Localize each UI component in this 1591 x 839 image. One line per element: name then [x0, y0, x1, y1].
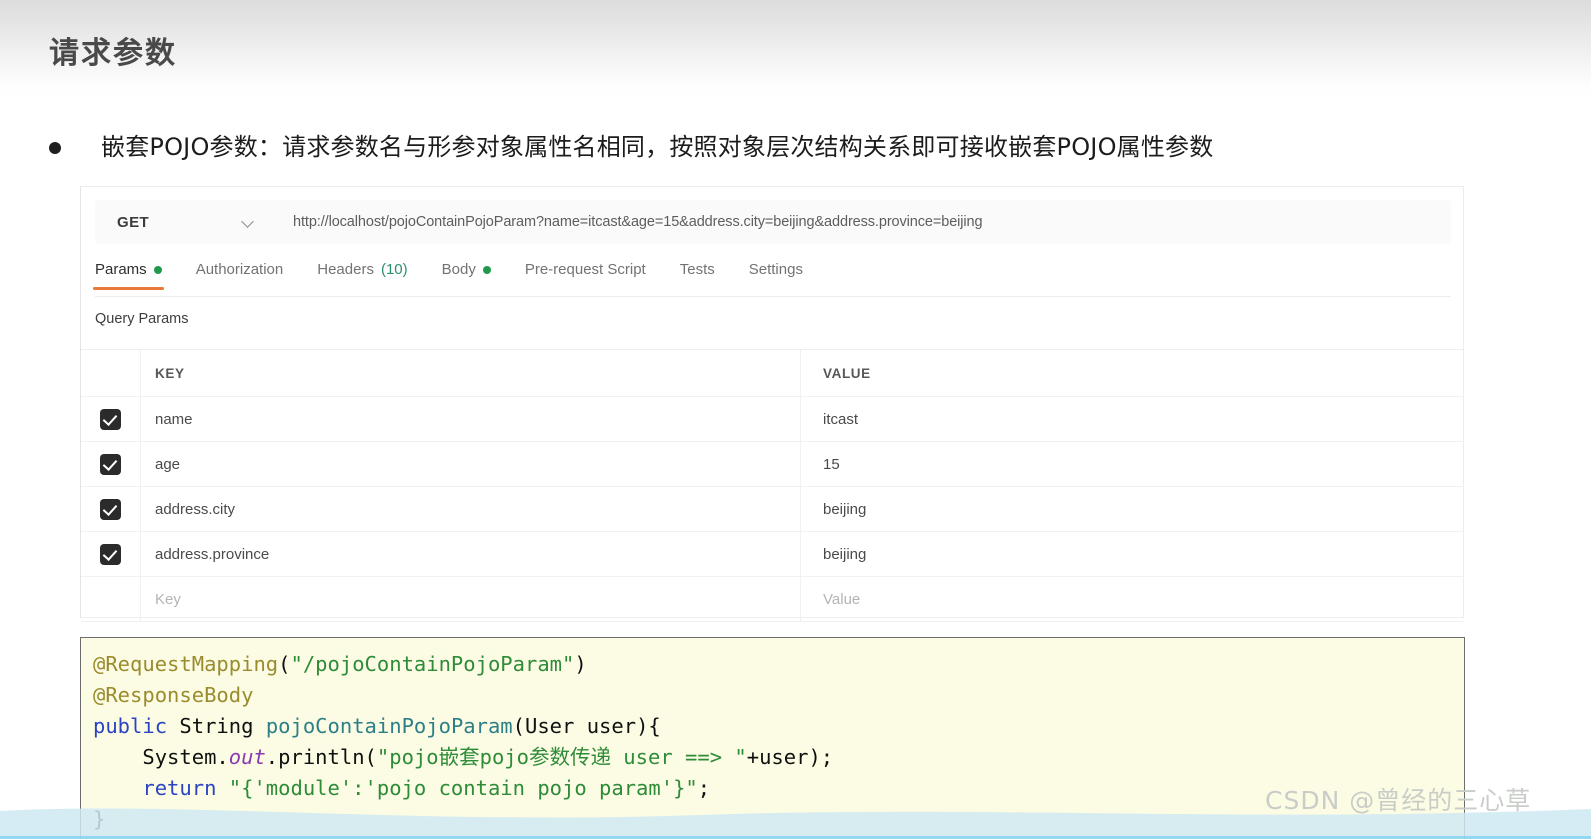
tab-pre-request-script[interactable]: Pre-request Script — [525, 261, 646, 289]
tab-body[interactable]: Body — [442, 261, 491, 289]
tab-headers-label: Headers — [317, 261, 374, 278]
row-checkbox-cell[interactable] — [81, 532, 141, 576]
code-method-args: (User user){ — [512, 714, 661, 738]
body-modified-dot-icon — [482, 265, 491, 274]
row-key[interactable]: name — [141, 397, 801, 441]
code-field-out: out — [228, 745, 266, 769]
page-title: 请求参数 — [49, 36, 177, 71]
new-row-value-input[interactable]: Value — [801, 577, 1464, 621]
row-key[interactable]: address.province — [141, 532, 801, 576]
code-return-string: "{'module':'pojo contain pojo param'}" — [228, 776, 698, 800]
tab-body-label: Body — [441, 261, 476, 278]
table-row[interactable]: address.province beijing — [81, 532, 1464, 577]
code-paren-open: ( — [278, 652, 291, 676]
row-value[interactable]: 15 — [801, 442, 1464, 486]
tab-headers[interactable]: Headers (10) — [317, 261, 407, 289]
code-annotation-requestmapping: @RequestMapping — [93, 652, 279, 676]
header-checkbox-cell — [81, 350, 141, 396]
row-value[interactable]: itcast — [801, 397, 1464, 441]
row-key[interactable]: age — [141, 442, 801, 486]
slide-header: 请求参数 — [0, 0, 1591, 96]
request-tabs: Params Authorization Headers (10) Body P… — [93, 261, 1451, 297]
tab-authorization[interactable]: Authorization — [196, 261, 284, 289]
code-keyword-return: return — [93, 776, 229, 800]
table-row[interactable]: name itcast — [81, 397, 1464, 442]
table-row[interactable]: address.city beijing — [81, 487, 1464, 532]
code-type-string: String — [167, 714, 266, 738]
bullet-dot-icon — [49, 142, 61, 154]
bullet-text: 嵌套POJO参数：请求参数名与形参对象属性名相同，按照对象层次结构关系即可接收嵌… — [101, 133, 1214, 161]
code-println-string: "pojo嵌套pojo参数传递 user ==> " — [376, 745, 747, 769]
tab-params-label: Params — [95, 261, 147, 278]
new-row-key-input[interactable]: Key — [141, 577, 801, 621]
code-annotation-responsebody: @ResponseBody — [93, 683, 254, 707]
tab-tests[interactable]: Tests — [680, 261, 715, 289]
request-url-bar: GET http://localhost/pojoContainPojoPara… — [95, 200, 1451, 244]
tab-settings-label: Settings — [748, 261, 803, 278]
row-checkbox-cell[interactable] — [81, 487, 141, 531]
code-paren-close: ) — [574, 652, 587, 676]
header-key: KEY — [141, 350, 801, 396]
http-method-select[interactable]: GET — [95, 200, 271, 244]
new-row-checkbox-cell[interactable] — [81, 577, 141, 621]
postman-panel: GET http://localhost/pojoContainPojoPara… — [80, 186, 1464, 622]
request-url-input[interactable]: http://localhost/pojoContainPojoParam?na… — [271, 214, 1451, 230]
row-value[interactable]: beijing — [801, 487, 1464, 531]
tab-authorization-label: Authorization — [195, 261, 284, 278]
code-println-call: .println( — [265, 745, 377, 769]
row-checkbox-cell[interactable] — [81, 397, 141, 441]
table-header-row: KEY VALUE — [81, 350, 1464, 397]
table-row[interactable]: age 15 — [81, 442, 1464, 487]
code-block: @RequestMapping("/pojoContainPojoParam")… — [80, 637, 1465, 839]
query-params-label: Query Params — [95, 311, 189, 327]
watermark: CSDN @曾经的三心草 — [1265, 786, 1532, 815]
chevron-down-icon — [242, 216, 255, 229]
checkbox-checked-icon[interactable] — [100, 498, 121, 520]
code-keyword-public: public — [93, 714, 168, 738]
params-modified-dot-icon — [153, 265, 162, 274]
bullet-item: 嵌套POJO参数：请求参数名与形参对象属性名相同，按照对象层次结构关系即可接收嵌… — [49, 131, 1549, 163]
checkbox-checked-icon[interactable] — [100, 543, 121, 565]
checkbox-checked-icon[interactable] — [100, 453, 121, 475]
code-println-tail: +user); — [746, 745, 834, 769]
http-method-label: GET — [117, 213, 150, 231]
row-key[interactable]: address.city — [141, 487, 801, 531]
header-value: VALUE — [823, 365, 871, 381]
code-return-semicolon: ; — [697, 776, 711, 800]
code-mapping-path: "/pojoContainPojoParam" — [290, 652, 575, 676]
checkbox-checked-icon[interactable] — [100, 408, 121, 430]
tab-params[interactable]: Params — [93, 261, 164, 290]
row-value[interactable]: beijing — [801, 532, 1464, 576]
tab-pre-request-script-label: Pre-request Script — [524, 261, 646, 278]
code-system-prefix: System. — [93, 745, 229, 769]
code-closing-brace: } — [93, 807, 106, 831]
tab-settings[interactable]: Settings — [749, 261, 803, 289]
row-checkbox-cell[interactable] — [81, 442, 141, 486]
code-method-name: pojoContainPojoParam — [265, 714, 513, 738]
query-params-table: KEY VALUE name itcast age 15 address.cit… — [81, 349, 1464, 622]
tab-tests-label: Tests — [679, 261, 715, 278]
table-new-row[interactable]: Key Value — [81, 577, 1464, 622]
tab-headers-count: (10) — [380, 261, 408, 278]
